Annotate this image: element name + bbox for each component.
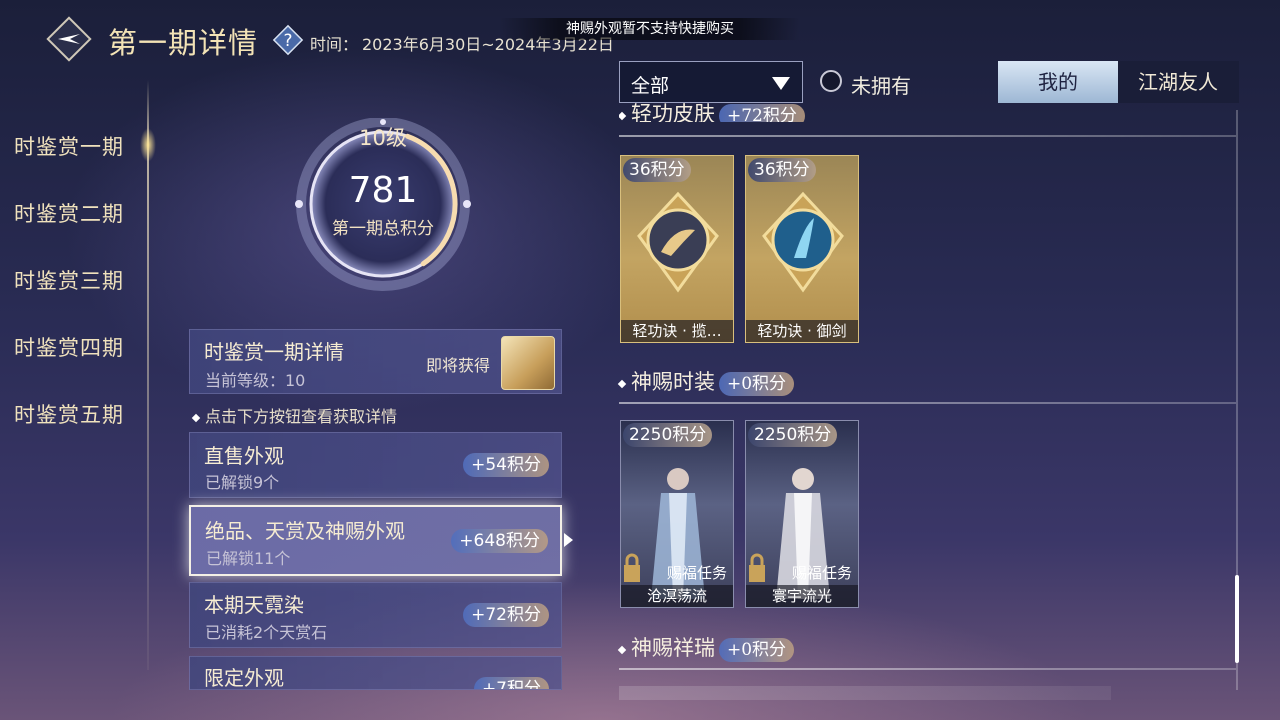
category-premium-appearance[interactable]: 绝品、天赏及神赐外观 已解锁11个 +648积分 xyxy=(189,505,562,576)
category-title: 绝品、天赏及神赐外观 xyxy=(205,519,405,543)
category-title: 限定外观 xyxy=(204,666,284,690)
item-row-partial xyxy=(619,686,1111,700)
svg-text:?: ? xyxy=(283,31,292,51)
nav-item-period-4[interactable]: 时鉴赏四期 xyxy=(14,332,124,362)
period-detail-panel[interactable]: 时鉴赏一期详情 当前等级：10 即将获得 xyxy=(189,329,562,394)
item-card[interactable]: 36积分 轻功诀 · 揽… xyxy=(620,155,734,343)
diamond-bullet-icon xyxy=(617,379,627,388)
section-divine-costume: 神赐时装 +0积分 xyxy=(617,366,795,396)
item-name: 寰宇流光 xyxy=(746,585,858,607)
period-detail-title: 时鉴赏一期详情 xyxy=(204,340,344,364)
item-name: 轻功诀 · 御剑 xyxy=(746,320,858,342)
section-divine-mount: 神赐祥瑞 +0积分 xyxy=(617,632,795,662)
category-direct-sale[interactable]: 直售外观 已解锁9个 +54积分 xyxy=(189,432,562,498)
section-divider xyxy=(619,668,1236,670)
lock-icon xyxy=(749,553,765,582)
category-title: 本期天霓染 xyxy=(204,593,304,617)
item-card[interactable]: 36积分 轻功诀 · 御剑 xyxy=(745,155,859,343)
section-divider xyxy=(619,402,1236,404)
category-title: 直售外观 xyxy=(204,444,284,468)
category-limited[interactable]: 限定外观 +7积分 xyxy=(189,656,562,690)
back-button[interactable] xyxy=(46,16,92,62)
section-divider xyxy=(619,135,1236,137)
hint-text: 点击下方按钮查看获取详情 xyxy=(191,403,397,427)
category-dye[interactable]: 本期天霓染 已消耗2个天赏石 +72积分 xyxy=(189,582,562,648)
selected-arrow-icon xyxy=(564,533,573,547)
nav-item-period-3[interactable]: 时鉴赏三期 xyxy=(14,265,124,295)
tab-mine[interactable]: 我的 xyxy=(998,61,1118,103)
points-badge: +72积分 xyxy=(463,603,549,627)
nav-item-period-5[interactable]: 时鉴赏五期 xyxy=(14,399,124,429)
diamond-bullet-icon xyxy=(617,645,627,654)
page-title: 第一期详情 xyxy=(108,26,259,60)
item-name: 轻功诀 · 揽… xyxy=(621,320,733,342)
category-sub: 已消耗2个天赏石 xyxy=(205,623,328,642)
item-cost: 2250积分 xyxy=(748,423,838,447)
diamond-bullet-icon xyxy=(191,413,201,422)
not-owned-label[interactable]: 未拥有 xyxy=(851,70,911,99)
points-badge: +7积分 xyxy=(473,677,549,689)
help-button[interactable]: ? xyxy=(272,24,304,56)
section-qinggong-skin: 轻功皮肤 +72积分 xyxy=(619,98,805,122)
diamond-bullet-icon xyxy=(619,111,627,120)
category-sub: 已解锁11个 xyxy=(206,549,291,568)
nav-divider xyxy=(147,80,149,670)
lock-icon xyxy=(624,553,640,582)
item-card[interactable]: 2250积分 赐福任务 寰宇流光 xyxy=(745,420,859,608)
points-badge: +648积分 xyxy=(451,529,548,553)
dropdown-arrow-icon xyxy=(772,77,790,90)
upcoming-reward-icon[interactable] xyxy=(501,336,555,390)
current-level: 当前等级：10 xyxy=(205,371,306,390)
item-name: 沧溟荡流 xyxy=(621,585,733,607)
level-label: 10级 xyxy=(359,126,407,150)
item-cost: 2250积分 xyxy=(623,423,713,447)
nav-selected-glow xyxy=(140,128,156,162)
item-task: 赐福任务 xyxy=(666,564,727,582)
back-icon xyxy=(46,16,92,62)
item-card[interactable]: 2250积分 赐福任务 沧溟荡流 xyxy=(620,420,734,608)
scrollbar-thumb[interactable] xyxy=(1235,575,1239,663)
toast-message: 神赐外观暂不支持快捷购买 xyxy=(500,18,800,40)
owner-tabs: 我的 江湖友人 xyxy=(998,61,1239,103)
upcoming-reward-label: 即将获得 xyxy=(426,356,491,375)
nav-item-period-2[interactable]: 时鉴赏二期 xyxy=(14,198,124,228)
nav-item-period-1[interactable]: 时鉴赏一期 xyxy=(14,131,124,161)
item-task: 赐福任务 xyxy=(791,564,852,582)
tab-friends[interactable]: 江湖友人 xyxy=(1118,61,1238,103)
time-label: 时间： xyxy=(310,35,359,54)
item-cost: 36积分 xyxy=(623,158,691,182)
total-score: 781 xyxy=(348,170,418,211)
question-icon: ? xyxy=(272,24,304,56)
points-badge: +54积分 xyxy=(463,453,549,477)
category-sub: 已解锁9个 xyxy=(205,473,280,492)
item-cost: 36积分 xyxy=(748,158,816,182)
qinggong-emblem-icon xyxy=(762,191,844,293)
not-owned-radio[interactable] xyxy=(820,70,842,92)
qinggong-emblem-icon xyxy=(637,191,719,293)
filter-selected: 全部 xyxy=(631,75,670,97)
filter-dropdown[interactable]: 全部 xyxy=(619,61,803,103)
total-score-label: 第一期总积分 xyxy=(332,219,434,239)
